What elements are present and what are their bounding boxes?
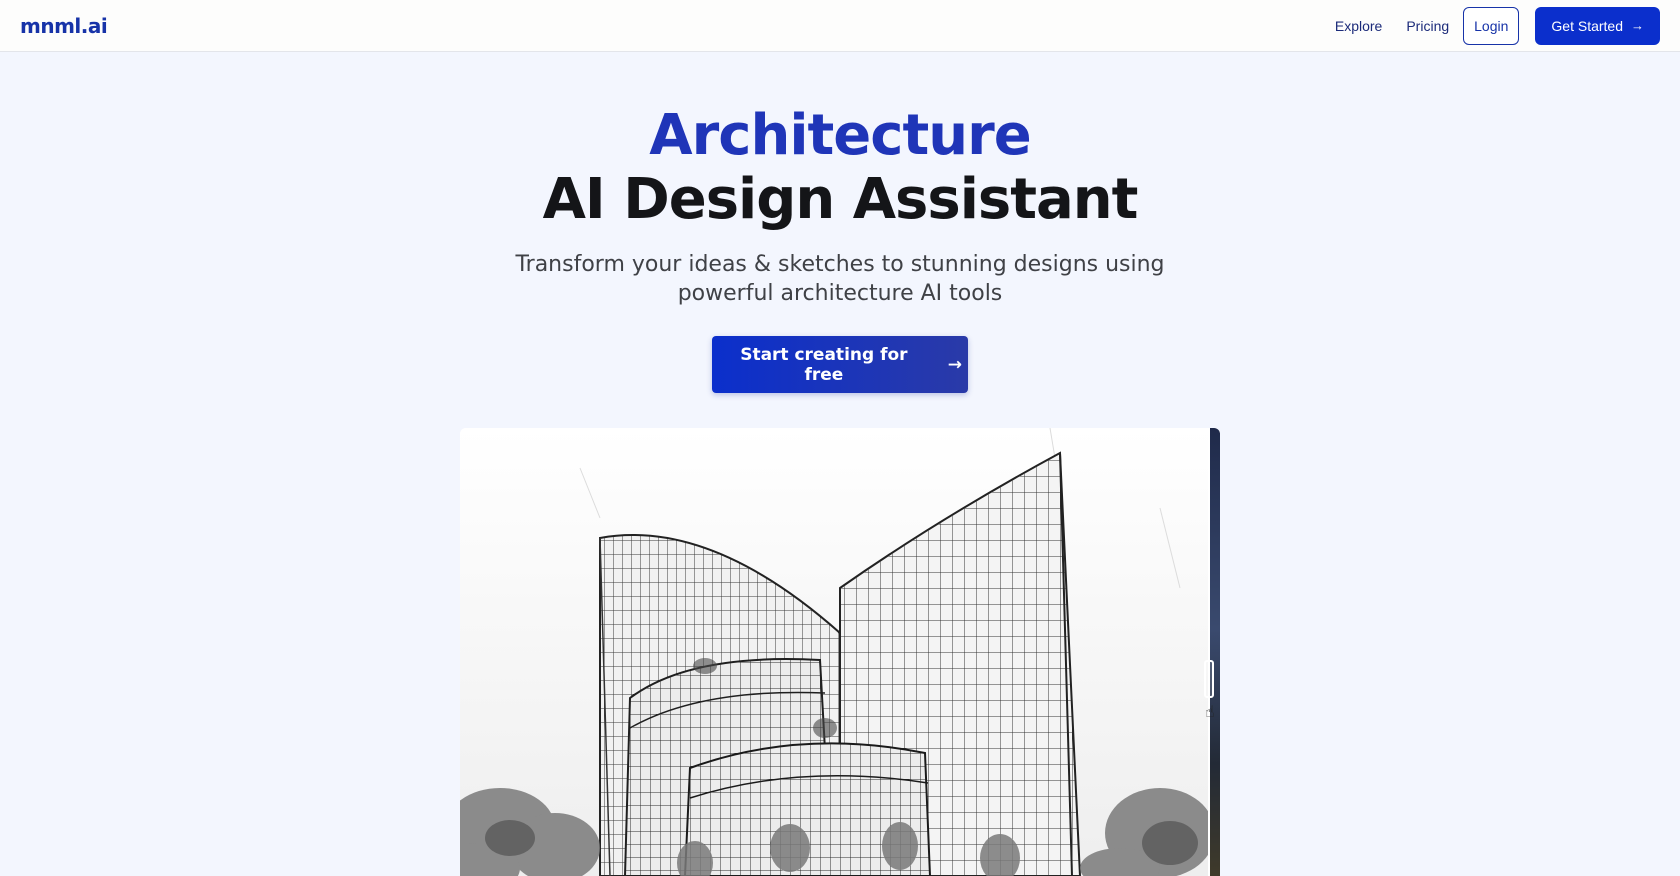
hero-headline-main: AI Design Assistant — [542, 167, 1139, 232]
logo[interactable]: mnml.ai — [20, 14, 108, 38]
hero-headline-accent: Architecture — [649, 103, 1031, 168]
get-started-button[interactable]: Get Started → — [1535, 6, 1660, 45]
arrow-right-icon: → — [947, 354, 962, 375]
get-started-label: Get Started — [1551, 17, 1623, 34]
login-button[interactable]: Login — [1463, 6, 1520, 45]
top-navbar: mnml.ai Explore Pricing Login Get Starte… — [0, 0, 1680, 52]
arrow-right-icon: → — [1631, 18, 1644, 33]
hero-section: Architecture AI Design Assistant Transfo… — [0, 52, 1680, 393]
slider-handle-icon[interactable] — [1204, 660, 1214, 698]
comparison-divider[interactable] — [1208, 428, 1210, 876]
before-after-comparison[interactable]: ☝ — [460, 428, 1220, 876]
hero-subtitle: Transform your ideas & sketches to stunn… — [515, 252, 1165, 306]
main-nav: Explore Pricing Login Get Started → — [1335, 6, 1660, 45]
start-creating-button[interactable]: Start creating for free → — [712, 336, 968, 393]
nav-pricing-link[interactable]: Pricing — [1406, 18, 1449, 34]
start-creating-label: Start creating for free — [740, 344, 908, 385]
architecture-sketch-image — [460, 428, 1220, 876]
rendered-photo-image — [1209, 428, 1220, 876]
nav-explore-link[interactable]: Explore — [1335, 18, 1382, 34]
